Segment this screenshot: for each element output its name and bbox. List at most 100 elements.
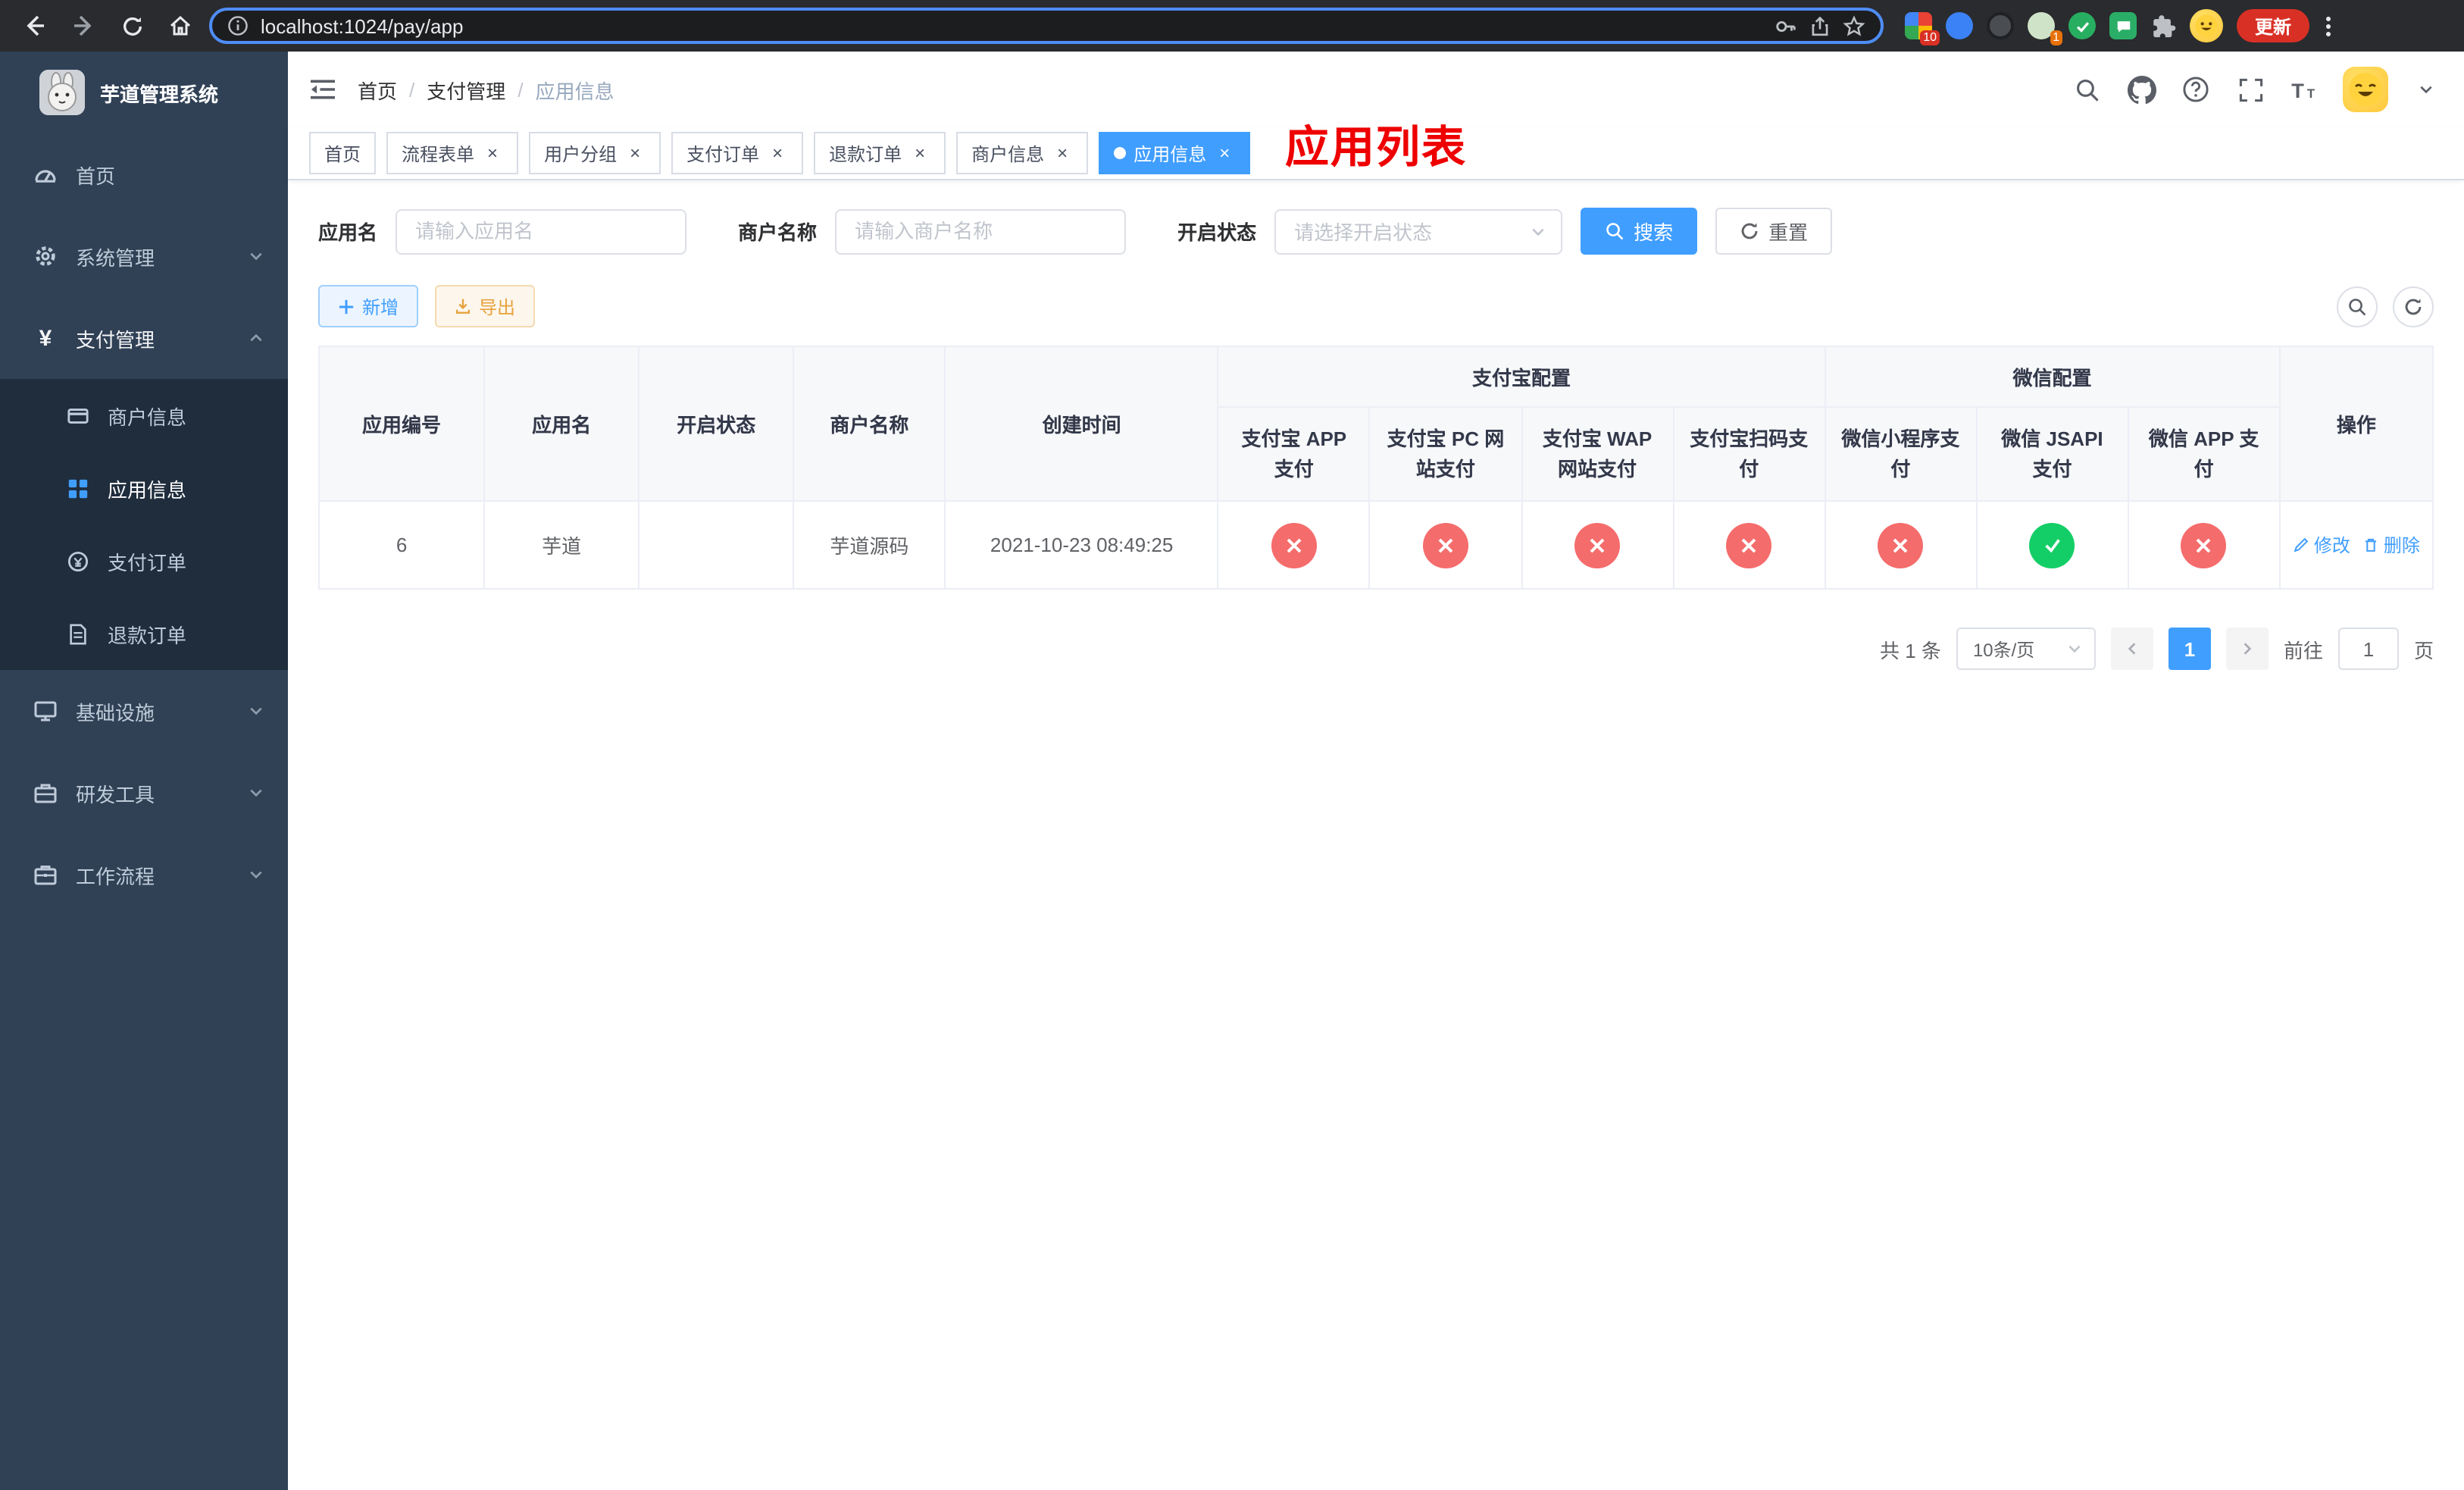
refresh-table-icon[interactable] [2393, 286, 2434, 327]
wx-jsapi-enabled-icon [2029, 522, 2075, 568]
app-name-input[interactable] [396, 208, 687, 254]
tab-refund-order[interactable]: 退款订单 × [814, 132, 946, 174]
wx-app-disabled-icon [2181, 522, 2227, 568]
delete-link[interactable]: 删除 [2362, 532, 2420, 558]
prev-page-button[interactable] [2110, 628, 2153, 670]
extension-badge: 10 [1920, 30, 1940, 45]
browser-menu-icon[interactable] [2323, 16, 2334, 36]
sidebar-item-workflow[interactable]: 工作流程 [0, 834, 288, 916]
sidebar-item-infrastructure[interactable]: 基础设施 [0, 670, 288, 752]
header-search-icon[interactable] [2070, 73, 2103, 106]
sidebar-item-merchant-info[interactable]: 商户信息 [0, 379, 288, 452]
merchant-name-label: 商户名称 [738, 221, 818, 244]
extension-chat-icon[interactable] [2109, 12, 2137, 39]
sidebar-logo[interactable]: 芋道管理系统 [0, 52, 288, 133]
status-label: 开启状态 [1177, 221, 1257, 244]
fullscreen-icon[interactable] [2234, 73, 2267, 106]
svg-text:T: T [2290, 78, 2303, 102]
close-icon[interactable]: × [482, 142, 503, 164]
address-bar[interactable]: localhost:1024/pay/app [209, 8, 1884, 44]
url-text: localhost:1024/pay/app [261, 14, 464, 37]
breadcrumb-payment[interactable]: 支付管理 [427, 75, 505, 104]
browser-back-button[interactable] [15, 6, 55, 45]
pagination: 共 1 条 10条/页 1 前往 页 [318, 628, 2434, 670]
col-wx-jsapi: 微信 JSAPI 支付 [1975, 406, 2129, 502]
site-info-icon[interactable] [227, 15, 249, 36]
extension-avatar-icon[interactable]: 1 [2028, 12, 2062, 45]
col-app-name: 应用名 [483, 346, 640, 502]
tab-app-info[interactable]: 应用信息 × [1099, 132, 1251, 174]
share-icon[interactable] [1809, 14, 1831, 37]
extensions-menu-icon[interactable] [2150, 13, 2176, 39]
font-size-icon[interactable]: TT [2288, 73, 2322, 106]
browser-reload-button[interactable] [112, 6, 152, 45]
close-icon[interactable]: × [624, 142, 646, 164]
briefcase-icon [33, 862, 58, 887]
tab-home[interactable]: 首页 [309, 132, 377, 174]
extension-dark-icon[interactable] [1987, 12, 2014, 39]
extension-colorful-icon[interactable]: 10 [1905, 12, 1940, 45]
yen-icon: ¥ [39, 325, 52, 351]
status-select[interactable]: 请选择开启状态 [1274, 208, 1563, 254]
tab-pay-order[interactable]: 支付订单 × [671, 132, 804, 174]
sidebar-item-dev-tools[interactable]: 研发工具 [0, 752, 288, 834]
bookmark-star-icon[interactable] [1843, 14, 1865, 37]
search-button[interactable]: 搜索 [1581, 208, 1698, 255]
sidebar-item-system[interactable]: 系统管理 [0, 215, 288, 297]
github-icon[interactable] [2125, 73, 2158, 106]
alipay-scan-disabled-icon [1726, 522, 1772, 568]
sidebar-item-pay-order[interactable]: 支付订单 [0, 524, 288, 597]
extension-check-icon[interactable] [2068, 12, 2096, 39]
sidebar: 芋道管理系统 首页 系统管理 ¥ 支付管理 商户信息 应用信息 支付订单 退款订… [0, 52, 288, 1490]
group-wechat-config: 微信配置 [1824, 346, 2281, 408]
breadcrumb-home[interactable]: 首页 [358, 75, 397, 104]
tab-process-form[interactable]: 流程表单 × [386, 132, 519, 174]
extension-icons: 10 1 更新 [1905, 9, 2334, 45]
tab-merchant-info[interactable]: 商户信息 × [956, 132, 1089, 174]
user-avatar[interactable] [2343, 67, 2388, 112]
page-number-button[interactable]: 1 [2168, 628, 2211, 670]
sidebar-item-app-info[interactable]: 应用信息 [0, 452, 288, 524]
next-page-button[interactable] [2225, 628, 2269, 670]
export-button[interactable]: 导出 [435, 285, 536, 327]
gear-icon [33, 244, 58, 268]
data-table-wrapper: 应用编号 应用名 开启状态 商户名称 创建时间 支付宝配置 微信配置 操作 支付… [317, 346, 2434, 590]
goto-page-input[interactable] [2337, 628, 2399, 670]
help-icon[interactable] [2179, 73, 2212, 106]
password-key-icon[interactable] [1775, 14, 1797, 37]
tab-user-group[interactable]: 用户分组 × [529, 132, 661, 174]
caret-down-icon[interactable] [2409, 73, 2443, 106]
close-icon[interactable]: × [1052, 142, 1073, 164]
show-search-toggle-icon[interactable] [2337, 286, 2378, 327]
sidebar-fold-icon[interactable] [309, 77, 336, 102]
close-icon[interactable]: × [1214, 142, 1235, 164]
extension-blue-icon[interactable] [1946, 12, 1973, 39]
sidebar-item-payment[interactable]: ¥ 支付管理 [0, 297, 288, 379]
breadcrumb-current: 应用信息 [535, 80, 614, 102]
active-dot [1114, 147, 1127, 159]
col-alipay-pc: 支付宝 PC 网站支付 [1368, 406, 1523, 502]
edit-link[interactable]: 修改 [2293, 532, 2350, 558]
chevron-up-icon [249, 330, 264, 346]
table-toolbar: 新增 导出 [318, 285, 2434, 327]
add-button[interactable]: 新增 [318, 285, 419, 327]
col-status: 开启状态 [638, 346, 795, 502]
sidebar-item-refund-order[interactable]: 退款订单 [0, 597, 288, 670]
reset-button[interactable]: 重置 [1715, 208, 1833, 255]
app-title: 芋道管理系统 [100, 83, 219, 105]
sidebar-item-home[interactable]: 首页 [0, 133, 288, 215]
close-icon[interactable]: × [909, 142, 930, 164]
col-alipay-app: 支付宝 APP 支付 [1217, 406, 1371, 502]
close-icon[interactable]: × [767, 142, 788, 164]
browser-forward-button[interactable] [64, 6, 103, 45]
browser-update-button[interactable]: 更新 [2237, 9, 2310, 42]
col-merchant: 商户名称 [793, 346, 946, 502]
breadcrumb: 首页 / 支付管理 / 应用信息 [358, 75, 614, 104]
page-size-select[interactable]: 10条/页 [1956, 628, 2096, 670]
browser-home-button[interactable] [161, 6, 200, 45]
svg-text:T: T [2306, 86, 2315, 100]
merchant-name-input[interactable] [835, 208, 1127, 254]
browser-profile-avatar[interactable] [2190, 9, 2223, 42]
cell-created: 2021-10-23 08:49:25 [944, 500, 1219, 590]
toolbox-icon [33, 781, 58, 805]
